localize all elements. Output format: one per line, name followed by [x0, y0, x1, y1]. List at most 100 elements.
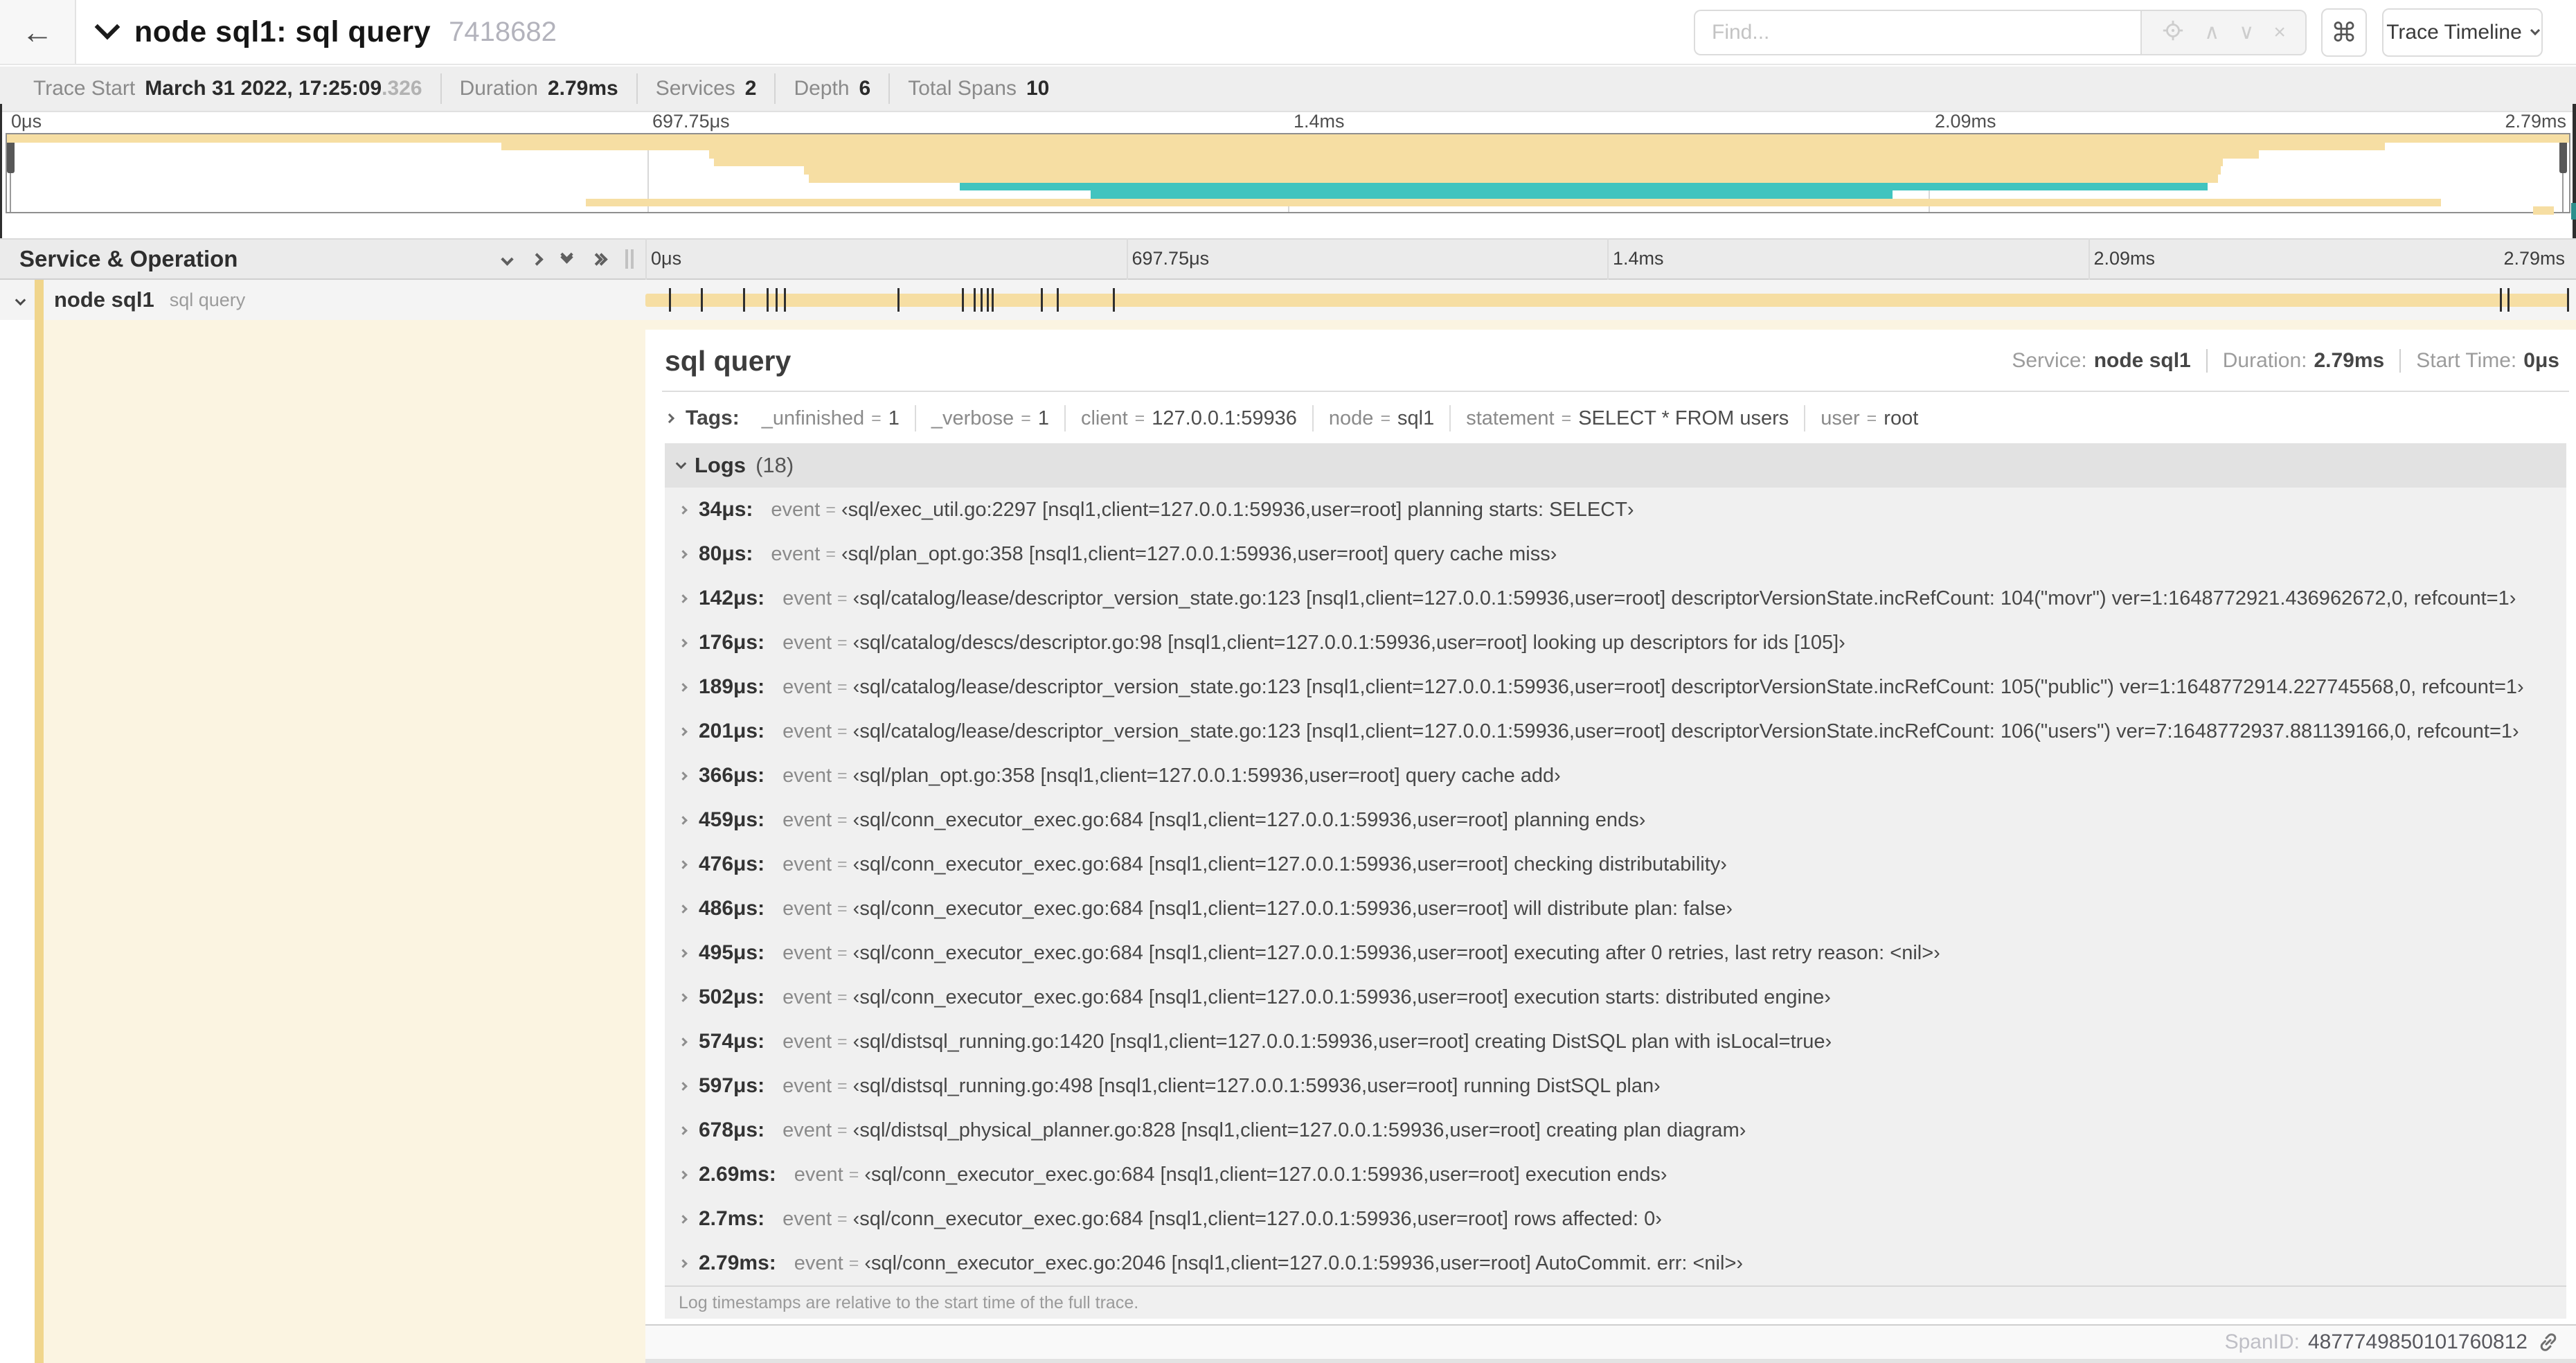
right-scrubber-handle[interactable] [2559, 140, 2567, 173]
tag-value: sql1 [1397, 407, 1435, 429]
tag-key: statement [1466, 407, 1555, 429]
tag-item[interactable]: statement = SELECT * FROM users [1449, 405, 1804, 431]
chevron-right-icon [679, 549, 688, 559]
minimap-span-bar [586, 198, 2441, 207]
log-tick-mark [743, 288, 746, 312]
equals-sign: = [825, 499, 836, 519]
log-row[interactable]: 2.7ms: event = ‹sql/conn_executor_exec.go:6… [665, 1197, 2566, 1241]
left-scrubber-handle[interactable] [7, 140, 15, 173]
log-row[interactable]: 486μs: event = ‹sql/conn_executor_exec.go:6… [665, 887, 2566, 931]
chevron-right-icon [679, 505, 688, 515]
log-tick-mark [2507, 288, 2510, 312]
collapse-one-icon[interactable] [501, 252, 514, 266]
minimap-span-bar [714, 158, 2224, 167]
chevron-right-icon [664, 413, 675, 424]
log-field-key: event [782, 1119, 832, 1141]
log-time: 34μs: [699, 498, 753, 521]
clear-search-icon[interactable]: × [2273, 22, 2286, 43]
log-row[interactable]: 597μs: event = ‹sql/distsql_running.go:498 … [665, 1064, 2566, 1108]
minimap-canvas[interactable] [6, 133, 2570, 215]
log-row[interactable]: 201μs: event = ‹sql/catalog/lease/descripto… [665, 709, 2566, 754]
link-icon[interactable] [2536, 1330, 2561, 1355]
log-row[interactable]: 176μs: event = ‹sql/catalog/descs/descripto… [665, 621, 2566, 665]
log-row[interactable]: 2.69ms: event = ‹sql/conn_executor_exec.go:… [665, 1152, 2566, 1197]
tag-item[interactable]: node = sql1 [1312, 405, 1449, 431]
collapse-trace-chevron-icon[interactable] [94, 14, 120, 39]
view-selector-button[interactable]: Trace Timeline [2382, 8, 2543, 57]
expand-all-icon[interactable] [590, 252, 608, 266]
find-input[interactable] [1694, 10, 2140, 55]
span-duration-bar[interactable] [645, 294, 2569, 307]
log-field-key: event [782, 1074, 832, 1097]
log-field-key: event [782, 941, 832, 964]
expand-one-icon[interactable] [530, 252, 544, 266]
detail-header-row[interactable]: sql query Service: node sql1 Duration: 2… [665, 337, 2559, 385]
equals-sign: = [837, 677, 848, 697]
tags-accordion[interactable]: Tags: _unfinished = 1 _verbose = 1 client = 127.… [664, 399, 2559, 438]
keyboard-shortcuts-button[interactable]: ⌘ [2321, 8, 2367, 57]
chevron-right-icon [679, 727, 688, 736]
log-field-value: ‹sql/catalog/lease/descriptor_version_st… [852, 720, 2519, 742]
log-time: 502μs: [699, 986, 765, 1008]
minimap-ruler: 0μs 697.75μs 1.4ms 2.09ms 2.79ms [6, 111, 2570, 132]
minimap-span-bar [960, 182, 2208, 191]
logs-footer-note: Log timestamps are relative to the start… [665, 1285, 2566, 1319]
chevron-right-icon [679, 682, 688, 692]
log-tick-mark [897, 288, 900, 312]
ruler-tick-label: 697.75μs [652, 111, 730, 132]
log-field-key: event [782, 808, 832, 831]
span-detail-card: sql query Service: node sql1 Duration: 2… [645, 330, 2576, 1324]
column-resize-handle[interactable] [625, 249, 635, 270]
service-operation-header: Service & Operation [19, 246, 238, 271]
span-detail-region: sql query Service: node sql1 Duration: 2… [645, 320, 2576, 1363]
log-field-key: event [771, 498, 821, 521]
log-field-value: ‹sql/exec_util.go:2297 [nsql1,client=127… [841, 498, 1634, 521]
equals-sign: = [1866, 408, 1877, 428]
log-tick-mark [961, 288, 964, 312]
summary-item-label: Services [655, 77, 735, 100]
next-result-icon[interactable]: ∨ [2239, 22, 2254, 43]
back-button[interactable]: ← [0, 0, 76, 64]
tag-item[interactable]: user = root [1804, 405, 1933, 431]
summary-item-label: Trace Start [33, 77, 136, 100]
spanid-bar: SpanID: 4877749850101760812 [645, 1324, 2576, 1359]
log-time: 678μs: [699, 1119, 765, 1141]
log-field-key: event [782, 897, 832, 920]
log-row[interactable]: 678μs: event = ‹sql/distsql_physical_planne… [665, 1108, 2566, 1152]
log-row[interactable]: 142μs: event = ‹sql/catalog/lease/descripto… [665, 576, 2566, 621]
log-row[interactable]: 476μs: event = ‹sql/conn_executor_exec.go:6… [665, 842, 2566, 887]
minimap-span-bar [809, 175, 2219, 183]
window-left-edge [0, 104, 2, 239]
prev-result-icon[interactable]: ∧ [2204, 22, 2219, 43]
tag-item[interactable]: _unfinished = 1 [746, 405, 915, 431]
log-row[interactable]: 80μs: event = ‹sql/plan_opt.go:358 [nsql1,c… [665, 532, 2566, 576]
log-row[interactable]: 189μs: event = ‹sql/catalog/lease/descripto… [665, 665, 2566, 709]
tag-item[interactable]: _verbose = 1 [914, 405, 1064, 431]
log-row[interactable]: 502μs: event = ‹sql/conn_executor_exec.go:6… [665, 975, 2566, 1019]
log-field-value: ‹sql/catalog/lease/descriptor_version_st… [852, 675, 2524, 698]
ruler-tick-label: 2.79ms [2505, 111, 2566, 132]
log-row[interactable]: 366μs: event = ‹sql/plan_opt.go:358 [nsql1,… [665, 754, 2566, 798]
log-row[interactable]: 2.79ms: event = ‹sql/conn_executor_exec.go:… [665, 1241, 2566, 1285]
logs-accordion-header[interactable]: Logs (18) [665, 443, 2566, 488]
log-field-key: event [794, 1163, 843, 1186]
equals-sign: = [837, 1120, 848, 1140]
locate-icon[interactable] [2161, 19, 2185, 46]
log-field-value: ‹sql/conn_executor_exec.go:684 [nsql1,cl… [852, 808, 1646, 831]
span-name-cell[interactable]: node sql1 sql query [54, 280, 245, 320]
ruler-tick-label: 0μs [11, 111, 42, 132]
collapse-span-chevron-icon[interactable] [15, 294, 26, 308]
duration-value: 2.79ms [2314, 349, 2385, 372]
log-row[interactable]: 574μs: event = ‹sql/distsql_running.go:1420… [665, 1019, 2566, 1064]
log-time: 476μs: [699, 853, 765, 875]
log-tick-mark [2499, 288, 2502, 312]
logs-count: (18) [755, 453, 794, 477]
log-field-value: ‹sql/distsql_running.go:1420 [nsql1,clie… [852, 1030, 1832, 1053]
log-field-value: ‹sql/catalog/lease/descriptor_version_st… [852, 587, 2516, 609]
equals-sign: = [871, 408, 882, 428]
log-row[interactable]: 495μs: event = ‹sql/conn_executor_exec.go:6… [665, 931, 2566, 975]
tag-item[interactable]: client = 127.0.0.1:59936 [1064, 405, 1312, 431]
log-row[interactable]: 34μs: event = ‹sql/exec_util.go:2297 [nsql1… [665, 488, 2566, 532]
log-row[interactable]: 459μs: event = ‹sql/conn_executor_exec.go:6… [665, 798, 2566, 842]
collapse-all-icon[interactable] [560, 248, 573, 264]
